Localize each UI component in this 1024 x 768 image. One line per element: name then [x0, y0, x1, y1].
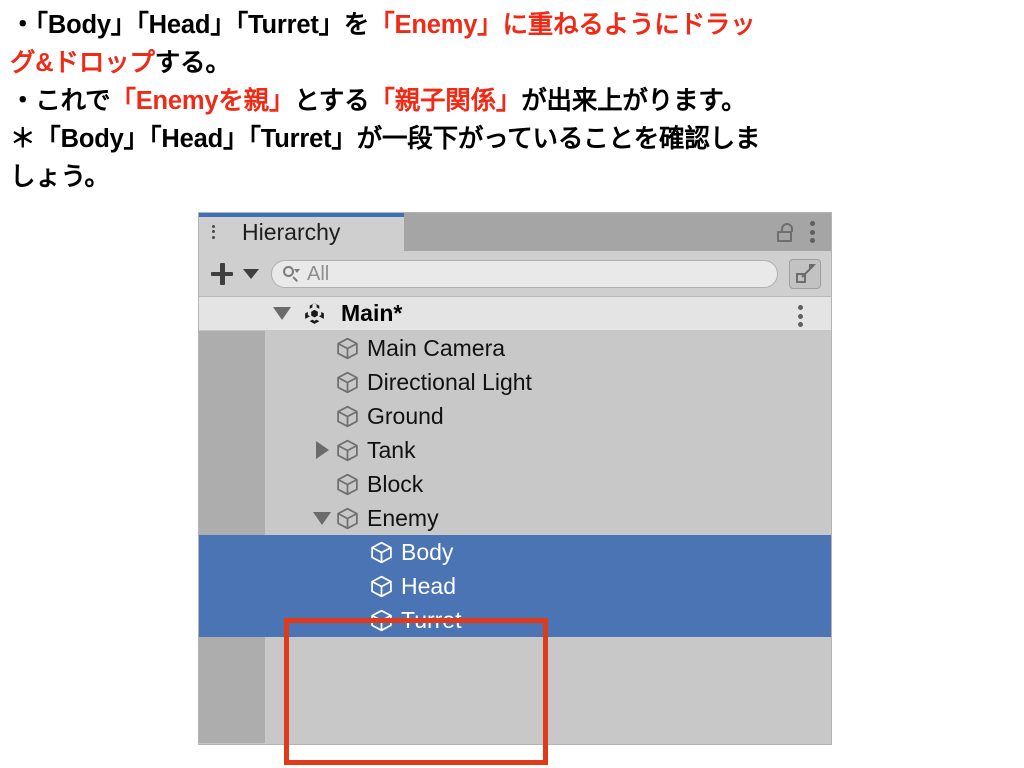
panel-tab-strip: Hierarchy	[199, 213, 831, 251]
instruction-highlight: 「Enemyを親」	[110, 87, 295, 115]
instruction-line: しょう。	[10, 158, 1020, 196]
annotation-rectangle	[284, 618, 548, 765]
gameobject-cube-icon	[335, 472, 360, 497]
instruction-text-segment: とする	[294, 87, 370, 115]
instruction-text-segment: ・これで	[10, 87, 111, 115]
scene-name-label: Main*	[341, 300, 403, 326]
gameobject-name-label: Body	[401, 538, 454, 565]
hierarchy-row[interactable]: Enemy	[199, 501, 831, 535]
hierarchy-toolbar: All	[199, 251, 831, 297]
gameobject-cube-icon	[335, 336, 360, 361]
hierarchy-row-content: Main Camera	[265, 331, 831, 365]
gameobject-name-label: Head	[401, 572, 456, 599]
gameobject-cube-icon	[335, 404, 360, 429]
lock-open-icon[interactable]	[776, 222, 793, 242]
hierarchy-panel: Hierarchy All Main* Main Camera Directio…	[199, 213, 831, 765]
hierarchy-row[interactable]: Block	[199, 467, 831, 501]
instruction-line: ・これで「Enemyを親」とする「親子関係」が出来上がります。	[10, 82, 1020, 120]
instruction-text-segment: が出来上がります。	[521, 87, 747, 115]
hierarchy-row[interactable]: Directional Light	[199, 365, 831, 399]
gameobject-cube-icon	[369, 574, 394, 599]
chevron-down-icon[interactable]	[243, 268, 259, 279]
hierarchy-row-content: Turret	[265, 603, 831, 637]
row-gutter	[199, 331, 265, 365]
hierarchy-row[interactable]: Head	[199, 569, 831, 603]
unity-scene-icon	[302, 301, 327, 326]
row-gutter	[199, 433, 265, 467]
tree-rows: Main Camera Directional Light Ground Tank Bl…	[199, 331, 831, 637]
hierarchy-tree: Main Camera Directional Light Ground Tank Bl…	[199, 331, 831, 765]
hierarchy-row-content: Tank	[265, 433, 831, 467]
scene-root-row[interactable]: Main*	[199, 297, 831, 331]
hierarchy-row-content: Directional Light	[265, 365, 831, 399]
gameobject-name-label: Turret	[401, 606, 462, 633]
gameobject-name-label: Block	[367, 470, 424, 497]
gameobject-name-label: Tank	[367, 436, 416, 463]
screenshot-root: ・「Body」「Head」「Turret」を「Enemy」に重ねるようにドラッグ…	[0, 0, 1024, 768]
hierarchy-row[interactable]: Tank	[199, 433, 831, 467]
list-icon	[212, 223, 233, 241]
hierarchy-row-content: Head	[265, 569, 831, 603]
hierarchy-row-content: Block	[265, 467, 831, 501]
instruction-highlight: 「Enemy」に重ねるようにドラッ	[369, 11, 756, 39]
row-gutter	[199, 501, 265, 535]
instruction-text-segment: しょう。	[10, 163, 110, 191]
hierarchy-row-content: Enemy	[265, 501, 831, 535]
row-gutter	[199, 467, 265, 501]
row-gutter	[199, 569, 265, 603]
instruction-line: ＊「Body」「Head」「Turret」が一段下がっていることを確認しま	[10, 120, 1020, 158]
add-gameobject-button[interactable]	[209, 261, 235, 287]
chevron-down-icon[interactable]	[309, 511, 335, 525]
instruction-highlight: グ&ドロップ	[10, 49, 155, 77]
instruction-line: グ&ドロップする。	[10, 44, 1020, 82]
gameobject-cube-icon	[369, 608, 394, 633]
row-gutter	[199, 399, 265, 433]
open-in-new-icon[interactable]	[789, 258, 821, 289]
instruction-text: ・「Body」「Head」「Turret」を「Enemy」に重ねるようにドラッグ…	[10, 6, 1020, 196]
hierarchy-row-content: Body	[265, 535, 831, 569]
hierarchy-row[interactable]: Turret	[199, 603, 831, 637]
gameobject-cube-icon	[335, 438, 360, 463]
gameobject-cube-icon	[335, 370, 360, 395]
hierarchy-row[interactable]: Body	[199, 535, 831, 569]
hierarchy-row-content: Ground	[265, 399, 831, 433]
tab-hierarchy-label: Hierarchy	[242, 218, 341, 245]
search-input[interactable]: All	[271, 259, 778, 288]
gameobject-name-label: Enemy	[367, 504, 439, 531]
search-placeholder: All	[307, 262, 330, 285]
gameobject-name-label: Directional Light	[367, 368, 532, 395]
row-gutter	[199, 603, 265, 637]
gameobject-cube-icon	[335, 506, 360, 531]
tab-strip-actions	[776, 213, 831, 251]
row-gutter	[199, 365, 265, 399]
instruction-text-segment: ・「Body」「Head」「Turret」を	[10, 11, 370, 39]
chevron-right-icon[interactable]	[309, 441, 335, 459]
kebab-menu-icon[interactable]	[809, 220, 815, 244]
hierarchy-row[interactable]: Ground	[199, 399, 831, 433]
gameobject-name-label: Main Camera	[367, 334, 506, 361]
gameobject-cube-icon	[369, 540, 394, 565]
instruction-highlight: 「親子関係」	[369, 87, 522, 115]
scene-row-kebab-menu-icon[interactable]	[797, 305, 803, 328]
tab-hierarchy[interactable]: Hierarchy	[199, 213, 404, 251]
instruction-text-segment: する。	[154, 49, 231, 77]
scene-expand-toggle[interactable]	[269, 307, 295, 320]
gameobject-name-label: Ground	[367, 402, 444, 429]
search-icon	[283, 265, 300, 282]
instruction-line: ・「Body」「Head」「Turret」を「Enemy」に重ねるようにドラッ	[10, 6, 1020, 44]
hierarchy-row[interactable]: Main Camera	[199, 331, 831, 365]
instruction-text-segment: ＊「Body」「Head」「Turret」が一段下がっていることを確認しま	[10, 125, 761, 153]
row-gutter	[199, 535, 265, 569]
